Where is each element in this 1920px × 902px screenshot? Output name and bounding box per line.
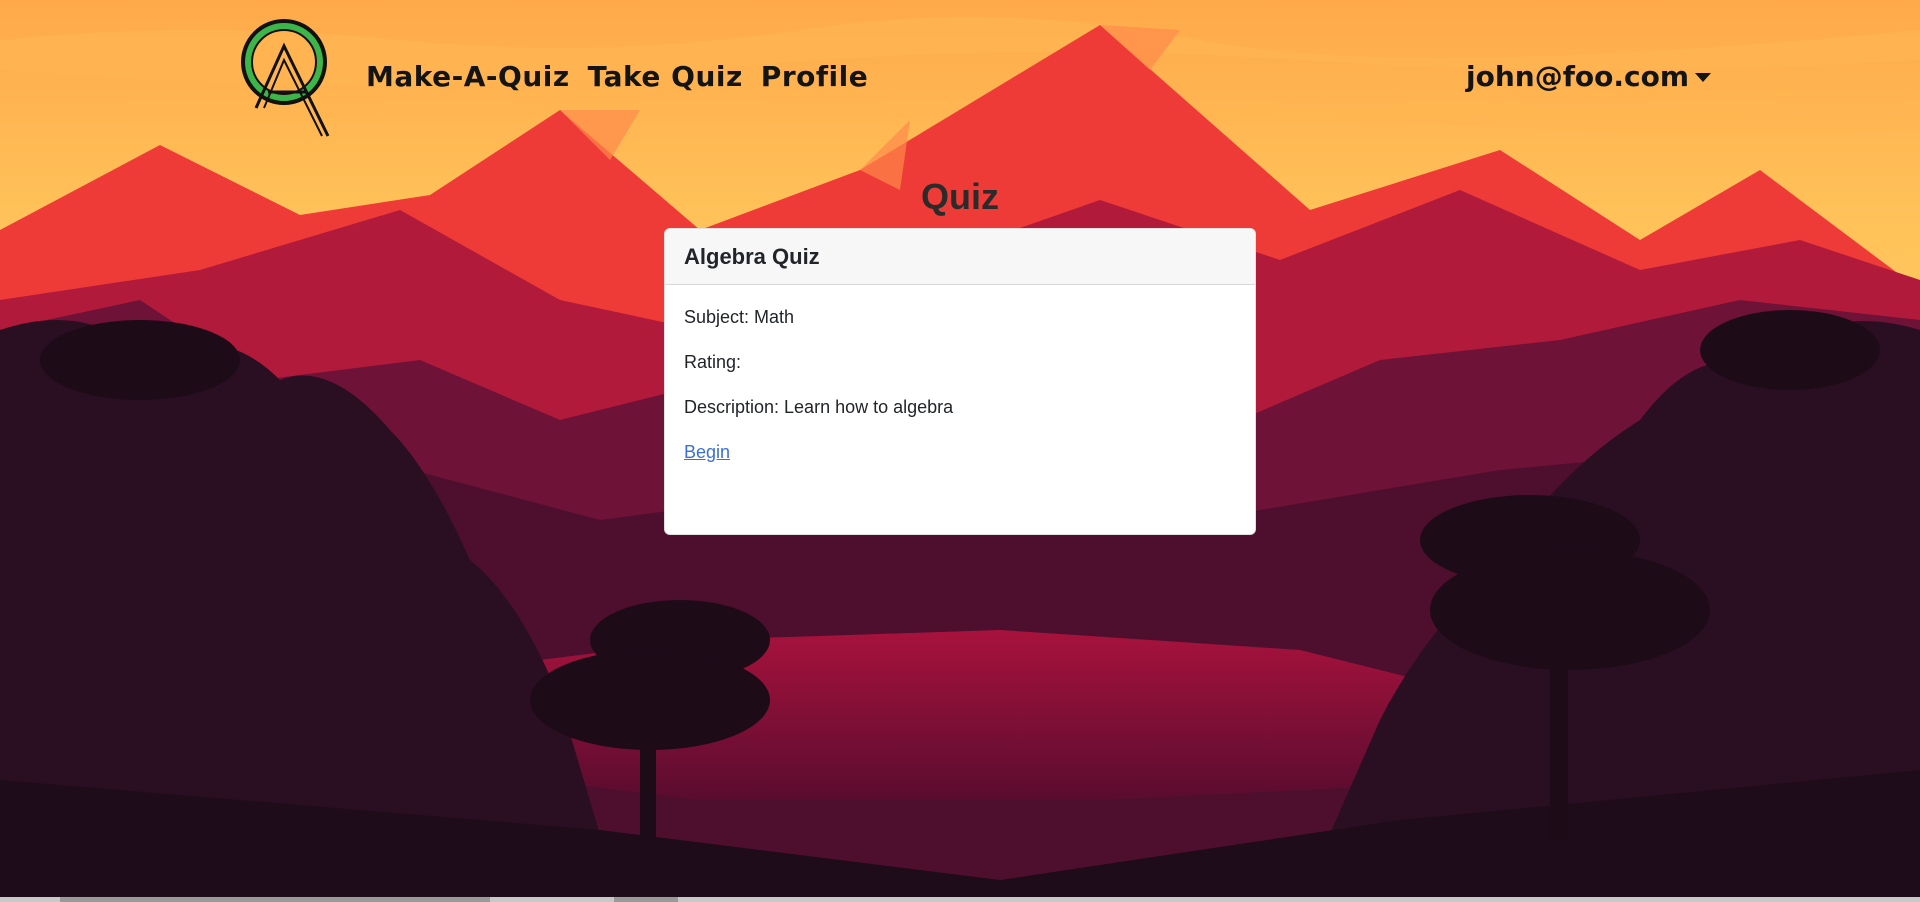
horizontal-scrollbar[interactable]: [0, 897, 1920, 902]
nav-link-profile[interactable]: Profile: [761, 60, 868, 93]
quiz-card: Algebra Quiz Subject: Math Rating: Descr…: [664, 228, 1256, 535]
quiz-card-header: Algebra Quiz: [665, 229, 1255, 285]
quiz-logo-icon[interactable]: [236, 16, 332, 140]
nav-links: Make-A-Quiz Take Quiz Profile: [366, 60, 868, 93]
quiz-card-body: Subject: Math Rating: Description: Learn…: [665, 285, 1255, 505]
user-email: john@foo.com: [1466, 60, 1690, 93]
page-title: Quiz: [921, 176, 999, 217]
begin-link[interactable]: Begin: [684, 442, 730, 462]
quiz-description: Description: Learn how to algebra: [684, 397, 954, 417]
chevron-down-icon: [1695, 73, 1712, 82]
nav-link-make-a-quiz[interactable]: Make-A-Quiz: [366, 60, 570, 93]
quiz-subject: Subject: Math: [684, 307, 795, 327]
top-navbar: Make-A-Quiz Take Quiz Profile john@foo.c…: [0, 0, 1920, 150]
user-dropdown[interactable]: john@foo.com: [1466, 60, 1712, 93]
begin-row: Begin: [684, 440, 1236, 464]
scrollbar-thumb[interactable]: [60, 897, 490, 902]
quiz-rating: Rating:: [684, 352, 742, 372]
nav-link-take-quiz[interactable]: Take Quiz: [588, 60, 743, 93]
scrollbar-thumb-secondary[interactable]: [614, 897, 678, 902]
